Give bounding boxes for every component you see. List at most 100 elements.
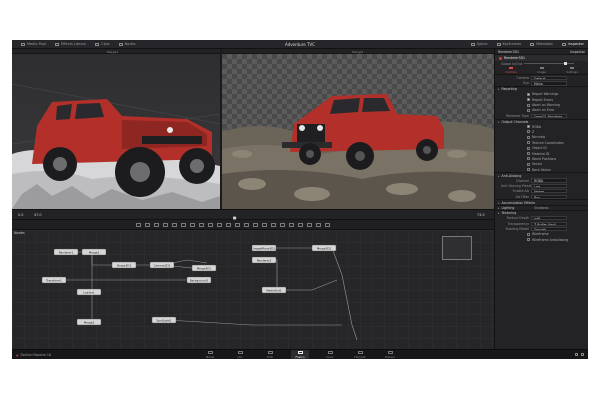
output-channel-checkbox[interactable]	[527, 168, 530, 172]
node-tile[interactable]: ImagePlane3D1	[251, 244, 277, 252]
node-enable-icon[interactable]	[499, 56, 502, 60]
tab-controls[interactable]: Controls	[505, 67, 517, 74]
page-fusion[interactable]: Fusion	[291, 350, 309, 359]
settings-icon	[570, 67, 575, 70]
fbx-tool-icon[interactable]	[298, 223, 303, 227]
bspline-tool-icon[interactable]	[217, 223, 222, 227]
image-icon	[539, 67, 544, 70]
node-tile-label: Merge3D1	[197, 266, 212, 270]
page-media[interactable]: Media	[201, 350, 219, 359]
abort-on-error-checkbox[interactable]	[527, 108, 530, 112]
aa-enable-select[interactable]: Vertex	[531, 189, 567, 194]
output-channel-checkbox[interactable]	[527, 125, 530, 129]
output-channel-checkbox[interactable]	[527, 141, 530, 145]
clips-button[interactable]: Clips	[95, 42, 110, 46]
wireframe-checkbox[interactable]	[527, 232, 530, 236]
shape3d-tool-icon[interactable]	[244, 223, 249, 227]
inspector-panel: Renderer3D1 Inspector Renderer3D1 Global…	[494, 49, 588, 349]
page-cut[interactable]: Cut	[231, 350, 249, 359]
fusion-page-icon	[297, 351, 303, 354]
node-tile[interactable]: Transform1	[41, 276, 67, 284]
page-edit[interactable]: Edit	[261, 350, 279, 359]
wireframe-aa-row[interactable]: Wireframe Antialiasing	[495, 237, 588, 242]
node-tile-label: Merge3D2	[317, 246, 332, 250]
renderer3d-tool-icon[interactable]	[271, 223, 276, 227]
nodes-button[interactable]: Nodes	[118, 42, 136, 46]
aa-channel-select[interactable]: RGBA	[531, 178, 567, 183]
top-toolbar: Media Pool Effects Library Clips Nodes A…	[12, 40, 588, 49]
left-viewer[interactable]	[12, 54, 220, 209]
tab-settings[interactable]: Settings	[566, 67, 578, 74]
aa-filter-select[interactable]: Box	[531, 194, 567, 199]
render-tool-icon[interactable]	[325, 223, 330, 227]
paint-tool-icon[interactable]	[145, 223, 150, 227]
emitter-tool-icon[interactable]	[316, 223, 321, 227]
color-corrector-tool-icon[interactable]	[181, 223, 186, 227]
output-channel-checkbox[interactable]	[527, 135, 530, 139]
metadata-button[interactable]: Metadata	[530, 42, 553, 46]
node-tile[interactable]: Shape3D1	[111, 261, 137, 269]
output-channel-checkbox[interactable]	[527, 130, 530, 134]
node-tile[interactable]: Merge2	[76, 318, 102, 326]
effects-library-button[interactable]: Effects Library	[54, 42, 86, 46]
home-icon[interactable]	[575, 353, 578, 356]
node-tile[interactable]: Renderer2	[251, 256, 277, 264]
transparency-select[interactable]: Z Buffer (fast)	[531, 221, 567, 226]
page-fairlight[interactable]: Fairlight	[351, 350, 369, 359]
texture-depth-select[interactable]: int8	[531, 216, 567, 221]
shadows-toggle[interactable]: Shadows	[534, 206, 548, 210]
output-channel-checkbox[interactable]	[527, 152, 530, 156]
keyframes-button[interactable]: Keyframes	[496, 42, 521, 46]
merge3d-tool-icon[interactable]	[262, 223, 267, 227]
global-in-out-track[interactable]	[524, 62, 574, 66]
transform-tool-icon[interactable]	[190, 223, 195, 227]
output-channel-checkbox[interactable]	[527, 157, 530, 161]
abort-on-warning-checkbox[interactable]	[527, 103, 530, 107]
project-settings-icon[interactable]	[581, 353, 584, 356]
global-in-out-handle[interactable]	[564, 62, 567, 66]
wireframe-aa-checkbox[interactable]	[527, 238, 530, 242]
tab-image[interactable]: Image	[537, 67, 546, 74]
light-tool-icon[interactable]	[289, 223, 294, 227]
inspector-button[interactable]: Inspector	[561, 42, 584, 46]
output-channel-checkbox[interactable]	[527, 162, 530, 166]
aa-preset-select[interactable]: Low	[531, 183, 567, 188]
background-tool-icon[interactable]	[136, 223, 141, 227]
camera3d-tool-icon[interactable]	[253, 223, 258, 227]
node-tile[interactable]: SpotLight1	[151, 316, 177, 324]
mask-tool-icon[interactable]	[199, 223, 204, 227]
particles-tool-icon[interactable]	[307, 223, 312, 227]
node-tile[interactable]: Background1	[186, 276, 212, 284]
eye-select[interactable]: Mono	[531, 81, 567, 86]
time-ruler[interactable]: 0.0 47.0 ⏮ ◀ ■ ▶ ⏭ ↻ 73.0	[12, 209, 494, 220]
node-tile[interactable]: Merge1	[81, 248, 107, 256]
node-graph: Renderer1 Merge1 Shape3D1 Camera3D1 Merge3D1…	[41, 244, 358, 341]
node-tile[interactable]: Camera3D1	[149, 261, 175, 269]
camera-select[interactable]: Default	[531, 75, 567, 81]
report-errors-checkbox[interactable]	[527, 98, 530, 102]
node-tile[interactable]: Merge3D2	[311, 244, 337, 252]
node-tile[interactable]: Renderer1	[53, 248, 79, 256]
output-channel-checkbox[interactable]	[527, 146, 530, 150]
viewer-minimap[interactable]	[442, 236, 472, 260]
polygon-tool-icon[interactable]	[208, 223, 213, 227]
text-tool-icon[interactable]	[154, 223, 159, 227]
page-color[interactable]: Color	[321, 350, 339, 359]
node-editor[interactable]: Renderer1 Merge1 Shape3D1 Camera3D1 Merge3D1…	[12, 230, 494, 349]
media-pool-button[interactable]: Media Pool	[21, 42, 46, 46]
blur-tool-icon[interactable]	[172, 223, 177, 227]
spline-button[interactable]: Spline	[470, 42, 488, 46]
keyer-tool-icon[interactable]	[235, 223, 240, 227]
shading-model-select[interactable]: Smooth	[531, 226, 567, 232]
time-current: 47.0	[34, 213, 42, 217]
node-tile[interactable]: MediaOut1	[261, 286, 287, 294]
node-tile[interactable]: Merge3D1	[191, 264, 217, 272]
report-warnings-checkbox[interactable]	[527, 92, 530, 96]
merge-tool-icon[interactable]	[163, 223, 168, 227]
node-tile[interactable]: Loader1	[76, 288, 102, 296]
right-viewer[interactable]	[222, 54, 494, 209]
page-deliver[interactable]: Deliver	[381, 350, 399, 359]
tracker-tool-icon[interactable]	[226, 223, 231, 227]
imageplane3d-tool-icon[interactable]	[280, 223, 285, 227]
renderer-type-select[interactable]: OpenGL Renderer	[531, 113, 567, 118]
